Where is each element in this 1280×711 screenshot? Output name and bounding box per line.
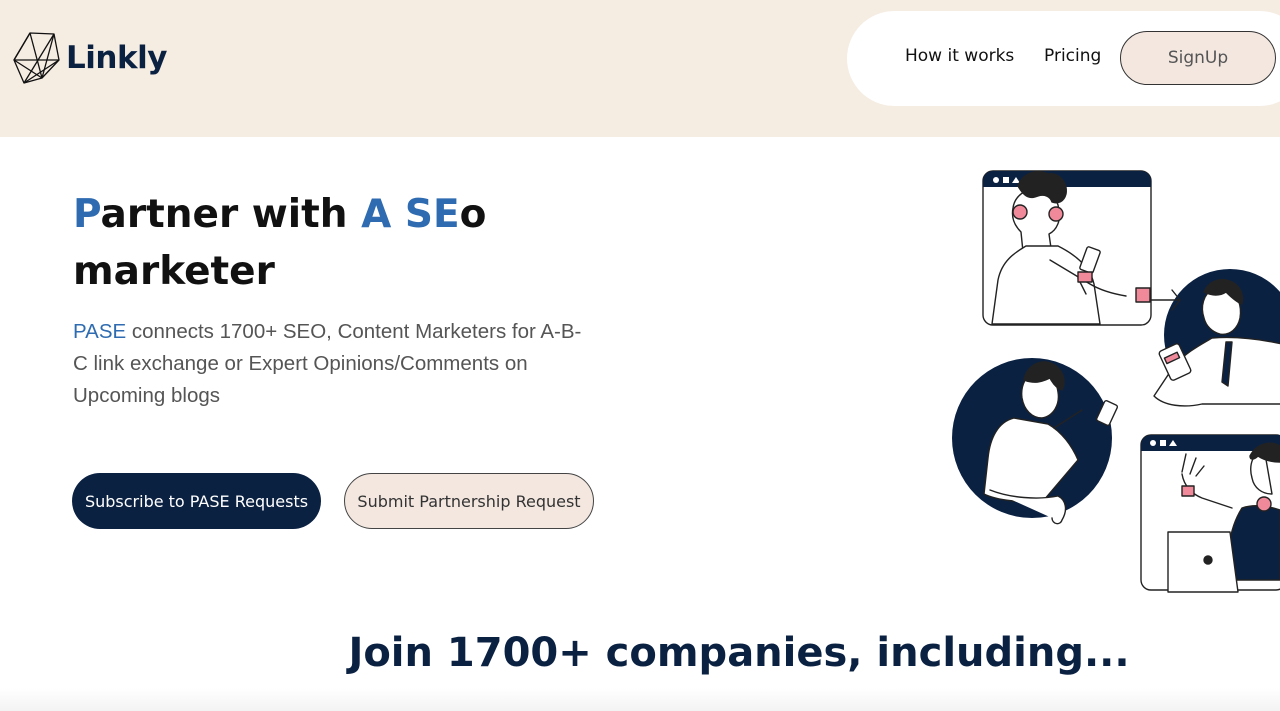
subscribe-button[interactable]: Subscribe to PASE Requests [72,473,321,529]
signup-button[interactable]: SignUp [1120,31,1276,85]
hero-illustration [952,170,1280,593]
section-divider [0,688,1280,711]
hero-description: PASE connects 1700+ SEO, Content Markete… [73,316,583,412]
submit-partnership-button[interactable]: Submit Partnership Request [344,473,594,529]
nav-pricing[interactable]: Pricing [1044,46,1101,66]
nav-how-it-works[interactable]: How it works [905,46,1014,66]
title-text-1: artner with [100,192,362,237]
title-text-2: o [459,192,487,237]
companies-heading: Join 1700+ companies, including... [348,630,1130,676]
description-text: connects 1700+ SEO, Content Marketers fo… [73,320,582,407]
description-accent: PASE [73,320,127,343]
logo-polyhedron-icon [13,32,60,84]
title-accent-ase: A SE [361,192,460,237]
brand-logo[interactable]: Linkly [12,30,167,86]
hero-title: Partner with A SEo marketer [73,186,593,300]
brand-name: Linkly [66,40,167,76]
title-accent-p: P [73,192,101,237]
title-line-2: marketer [73,249,275,294]
